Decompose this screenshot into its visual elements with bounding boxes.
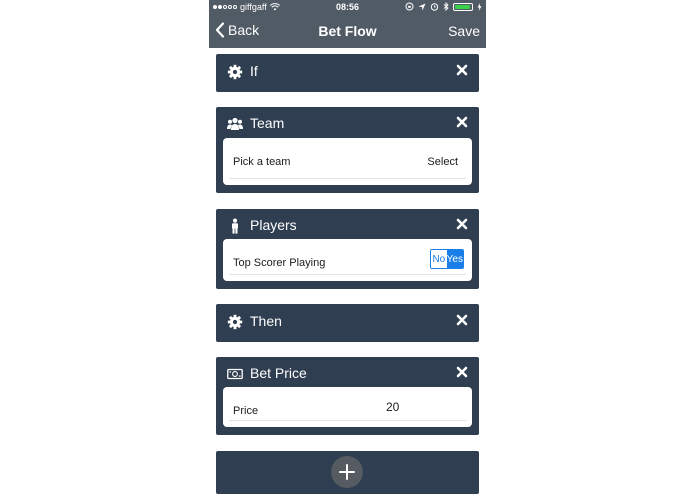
location-icon xyxy=(418,3,426,10)
card-title: Players xyxy=(250,217,297,233)
bluetooth-icon xyxy=(443,2,449,11)
status-icons xyxy=(405,2,482,11)
person-icon xyxy=(232,218,238,234)
close-icon[interactable] xyxy=(455,115,469,129)
action-card-then: Then xyxy=(216,304,479,342)
close-icon[interactable] xyxy=(455,217,469,231)
action-card-bet-price: Bet Price Price 20 xyxy=(216,357,479,435)
price-input[interactable]: 20 xyxy=(386,400,399,414)
orientation-lock-icon xyxy=(405,2,414,11)
card-title: Then xyxy=(250,313,282,329)
price-label: Price xyxy=(233,405,259,417)
pick-team-label: Pick a team xyxy=(233,156,291,168)
users-icon xyxy=(227,117,243,130)
card-title: Team xyxy=(250,115,285,131)
card-title: If xyxy=(250,63,258,79)
gear-icon xyxy=(227,64,243,80)
close-icon[interactable] xyxy=(455,365,469,379)
select-team-button[interactable]: Select xyxy=(427,156,458,168)
condition-card-if: If xyxy=(216,54,479,92)
top-scorer-row: Top Scorer Playing No Yes xyxy=(223,239,472,281)
team-row[interactable]: Pick a team Select xyxy=(223,138,472,185)
save-button[interactable]: Save xyxy=(448,23,480,39)
divider xyxy=(229,274,466,275)
status-bar: giffgaff 08:56 xyxy=(209,0,486,14)
card-title: Bet Price xyxy=(250,365,307,381)
condition-card-players: Players Top Scorer Playing No Yes xyxy=(216,209,479,289)
page-title: Bet Flow xyxy=(318,23,377,39)
price-row: Price 20 xyxy=(223,387,472,427)
yes-no-toggle[interactable]: No Yes xyxy=(430,249,464,269)
toggle-option-yes[interactable]: Yes xyxy=(446,250,463,268)
gear-icon xyxy=(227,314,243,330)
money-icon xyxy=(227,368,243,380)
add-step-button[interactable] xyxy=(331,456,363,488)
navigation-bar: Back Bet Flow Save xyxy=(209,14,486,48)
top-scorer-label: Top Scorer Playing xyxy=(233,257,326,269)
close-icon[interactable] xyxy=(455,313,469,327)
toggle-option-no[interactable]: No xyxy=(431,250,447,268)
phone-screen: giffgaff 08:56 Back Bet Flow Save If Tea… xyxy=(209,0,486,494)
plus-icon xyxy=(339,464,355,480)
charging-icon xyxy=(477,2,482,11)
battery-icon xyxy=(453,2,473,11)
alarm-icon xyxy=(430,3,439,11)
close-icon[interactable] xyxy=(455,63,469,77)
divider xyxy=(229,178,466,179)
divider xyxy=(229,420,466,421)
condition-card-team: Team Pick a team Select xyxy=(216,107,479,193)
